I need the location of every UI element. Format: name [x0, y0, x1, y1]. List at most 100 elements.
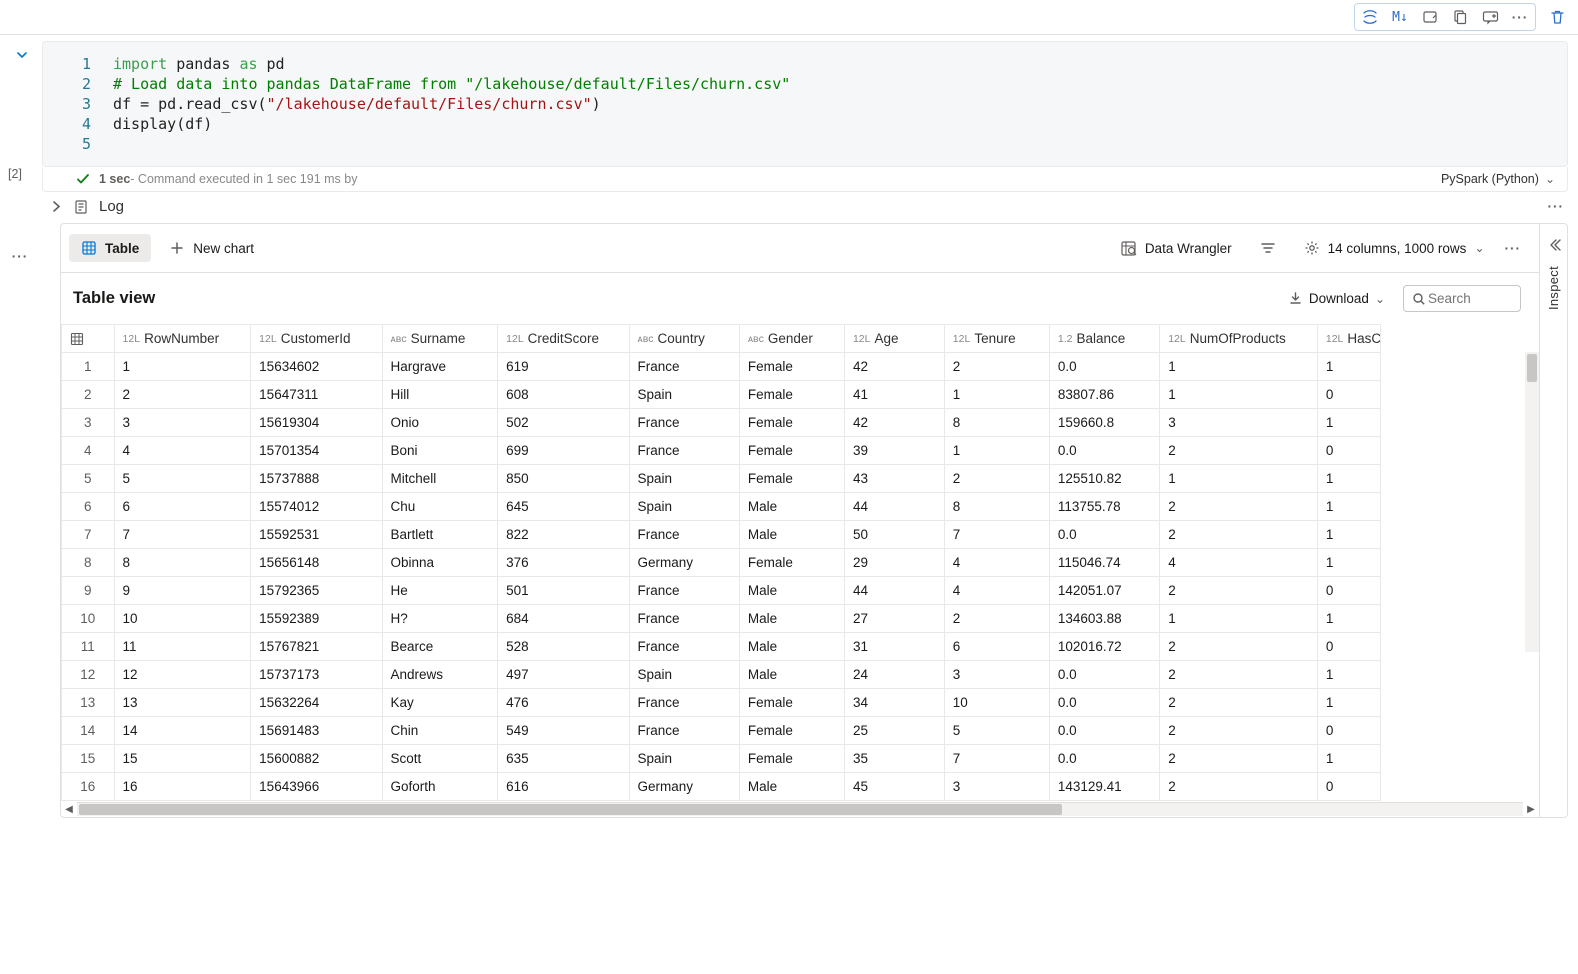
- cell[interactable]: 15619304: [251, 409, 382, 437]
- cell[interactable]: Scott: [382, 745, 498, 773]
- search-input[interactable]: [1426, 290, 1506, 307]
- table-row[interactable]: 101015592389H?684FranceMale272134603.881…: [62, 605, 1381, 633]
- table-row[interactable]: 8815656148Obinna376GermanyFemale29411504…: [62, 549, 1381, 577]
- cell[interactable]: 8: [944, 409, 1049, 437]
- cell[interactable]: 16: [114, 773, 251, 801]
- cell[interactable]: 27: [844, 605, 944, 633]
- cell[interactable]: 619: [498, 353, 629, 381]
- collapse-input-icon[interactable]: [15, 48, 29, 62]
- vertical-scrollbar[interactable]: [1525, 352, 1539, 652]
- cell[interactable]: 4: [1160, 549, 1318, 577]
- table-row[interactable]: 3315619304Onio502FranceFemale428159660.8…: [62, 409, 1381, 437]
- cell[interactable]: Female: [739, 465, 844, 493]
- cell[interactable]: 102016.72: [1049, 633, 1159, 661]
- column-header[interactable]: 12LCustomerId: [251, 325, 382, 353]
- table-row[interactable]: 161615643966Goforth616GermanyMale4531431…: [62, 773, 1381, 801]
- table-row[interactable]: 7715592531Bartlett822FranceMale5070.021: [62, 521, 1381, 549]
- cell[interactable]: 376: [498, 549, 629, 577]
- cell[interactable]: 0: [1317, 577, 1380, 605]
- cell[interactable]: Mitchell: [382, 465, 498, 493]
- filter-button[interactable]: [1252, 236, 1284, 260]
- cell[interactable]: 2: [944, 353, 1049, 381]
- cell[interactable]: Obinna: [382, 549, 498, 577]
- cell[interactable]: 8: [114, 549, 251, 577]
- cell[interactable]: H?: [382, 605, 498, 633]
- code-cell[interactable]: 12345 import pandas as pd# Load data int…: [42, 41, 1568, 167]
- cell[interactable]: Spain: [629, 493, 739, 521]
- cell[interactable]: 2: [1160, 633, 1318, 661]
- cell[interactable]: Kay: [382, 689, 498, 717]
- table-row[interactable]: 6615574012Chu645SpainMale448113755.7821: [62, 493, 1381, 521]
- cell[interactable]: 6: [114, 493, 251, 521]
- cell[interactable]: 15574012: [251, 493, 382, 521]
- cell[interactable]: France: [629, 353, 739, 381]
- column-header[interactable]: 12LRowNumber: [114, 325, 251, 353]
- table-row[interactable]: 151515600882Scott635SpainFemale3570.021: [62, 745, 1381, 773]
- cell[interactable]: 616: [498, 773, 629, 801]
- cell[interactable]: 15691483: [251, 717, 382, 745]
- table-row[interactable]: 2215647311Hill608SpainFemale41183807.861…: [62, 381, 1381, 409]
- cell[interactable]: 2: [1160, 745, 1318, 773]
- comment-icon[interactable]: [1479, 6, 1501, 28]
- cell[interactable]: 3: [944, 773, 1049, 801]
- select-all-header[interactable]: [62, 325, 115, 353]
- cell[interactable]: 15792365: [251, 577, 382, 605]
- cell[interactable]: 35: [844, 745, 944, 773]
- cell[interactable]: 15701354: [251, 437, 382, 465]
- cell[interactable]: 1: [114, 353, 251, 381]
- data-wrangler-button[interactable]: Data Wrangler: [1112, 236, 1240, 261]
- cell[interactable]: 15: [114, 745, 251, 773]
- cell[interactable]: 50: [844, 521, 944, 549]
- column-header[interactable]: 12LTenure: [944, 325, 1049, 353]
- cell[interactable]: Germany: [629, 549, 739, 577]
- cell[interactable]: 42: [844, 409, 944, 437]
- columns-summary-button[interactable]: 14 columns, 1000 rows ⌄: [1296, 236, 1493, 260]
- cell[interactable]: 41: [844, 381, 944, 409]
- cell[interactable]: Female: [739, 381, 844, 409]
- cell[interactable]: 502: [498, 409, 629, 437]
- cell[interactable]: France: [629, 409, 739, 437]
- cell[interactable]: France: [629, 577, 739, 605]
- cell[interactable]: 44: [844, 493, 944, 521]
- column-header[interactable]: ᴀʙᴄCountry: [629, 325, 739, 353]
- cell[interactable]: 1: [1317, 689, 1380, 717]
- cell[interactable]: 2: [1160, 717, 1318, 745]
- cell[interactable]: 31: [844, 633, 944, 661]
- table-row[interactable]: 121215737173Andrews497SpainMale2430.021: [62, 661, 1381, 689]
- column-header[interactable]: 12LAge: [844, 325, 944, 353]
- cell[interactable]: 1: [1317, 465, 1380, 493]
- cell[interactable]: 3: [114, 409, 251, 437]
- cell[interactable]: 1: [1317, 549, 1380, 577]
- cell[interactable]: 7: [944, 745, 1049, 773]
- table-row[interactable]: 5515737888Mitchell850SpainFemale43212551…: [62, 465, 1381, 493]
- cell[interactable]: 850: [498, 465, 629, 493]
- cell[interactable]: 15643966: [251, 773, 382, 801]
- log-more-icon[interactable]: ···: [1548, 199, 1565, 214]
- cell[interactable]: Goforth: [382, 773, 498, 801]
- cell[interactable]: 0.0: [1049, 661, 1159, 689]
- cell[interactable]: Hargrave: [382, 353, 498, 381]
- cell[interactable]: France: [629, 437, 739, 465]
- cell[interactable]: 5: [114, 465, 251, 493]
- cell[interactable]: 24: [844, 661, 944, 689]
- data-grid-wrapper[interactable]: 12LRowNumber12LCustomerIdᴀʙᴄSurname12LCr…: [61, 324, 1539, 801]
- table-row[interactable]: 1115634602Hargrave619FranceFemale4220.01…: [62, 353, 1381, 381]
- code-editor[interactable]: import pandas as pd# Load data into pand…: [103, 42, 1567, 166]
- cell[interactable]: 1: [944, 381, 1049, 409]
- output-menu-icon[interactable]: ···: [0, 223, 40, 828]
- column-header[interactable]: ᴀʙᴄGender: [739, 325, 844, 353]
- cell[interactable]: 29: [844, 549, 944, 577]
- table-row[interactable]: 9915792365He501FranceMale444142051.0720: [62, 577, 1381, 605]
- cell[interactable]: 0.0: [1049, 717, 1159, 745]
- cell[interactable]: Female: [739, 353, 844, 381]
- cell[interactable]: 2: [1160, 521, 1318, 549]
- cell[interactable]: 15647311: [251, 381, 382, 409]
- cell[interactable]: 125510.82: [1049, 465, 1159, 493]
- cell[interactable]: 1: [944, 437, 1049, 465]
- column-header[interactable]: 12LCreditScore: [498, 325, 629, 353]
- cell[interactable]: Chu: [382, 493, 498, 521]
- cell[interactable]: 1: [1317, 661, 1380, 689]
- cell[interactable]: 8: [944, 493, 1049, 521]
- cell[interactable]: 501: [498, 577, 629, 605]
- cell[interactable]: 34: [844, 689, 944, 717]
